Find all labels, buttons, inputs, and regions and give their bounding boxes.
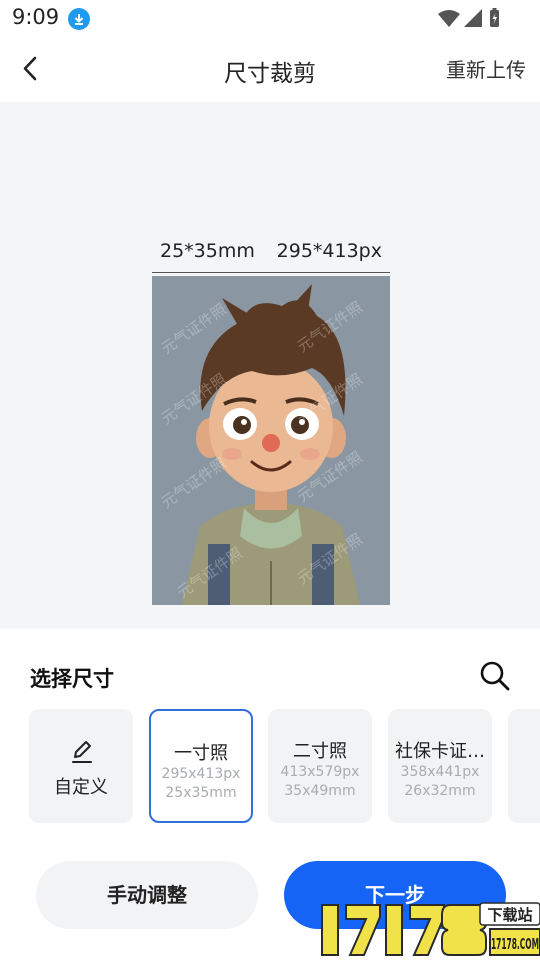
pencil-icon bbox=[72, 741, 92, 763]
size-card-label: 自定义 bbox=[54, 777, 108, 798]
size-card-name: 二寸照 bbox=[293, 741, 347, 762]
size-px-label: 295*413px bbox=[276, 240, 382, 262]
size-options-row[interactable]: 自定义 一寸照 295x413px 25x35mm 二寸照 413x579px … bbox=[29, 709, 540, 825]
site-watermark-logo: 下载站 17178.COM bbox=[321, 902, 540, 956]
size-card-option[interactable]: 社保卡证… 358x441px 26x32mm bbox=[388, 709, 492, 823]
section-title: 选择尺寸 bbox=[30, 667, 114, 691]
status-time: 9:09 bbox=[12, 5, 60, 29]
size-card-custom[interactable]: 自定义 bbox=[29, 709, 133, 823]
header: 尺寸裁剪 重新上传 bbox=[0, 36, 540, 102]
size-card-partial[interactable] bbox=[508, 709, 540, 823]
size-card-name: 社保卡证… bbox=[395, 741, 485, 762]
chevron-left-icon bbox=[23, 56, 37, 81]
search-button[interactable] bbox=[478, 659, 512, 693]
download-icon bbox=[68, 8, 90, 30]
size-card-option[interactable]: 一寸照 295x413px 25x35mm bbox=[149, 709, 253, 823]
size-card-option[interactable]: 二寸照 413x579px 35x49mm bbox=[268, 709, 372, 823]
reupload-button[interactable]: 重新上传 bbox=[446, 54, 526, 83]
size-card-mm: 35x49mm bbox=[284, 783, 356, 799]
size-card-mm: 25x35mm bbox=[165, 785, 237, 801]
dimension-line bbox=[152, 272, 390, 273]
photo-preview-area: 25*35mm 295*413px 元气证件照 元气证件照 元气证件照 元气证件… bbox=[0, 102, 540, 629]
size-mm-label: 25*35mm bbox=[160, 240, 255, 262]
size-card-px: 358x441px bbox=[400, 764, 480, 780]
size-card-mm: 26x32mm bbox=[404, 783, 476, 799]
logo-badge-text: 下载站 bbox=[487, 906, 532, 924]
manual-adjust-button[interactable]: 手动调整 bbox=[36, 861, 258, 929]
search-icon bbox=[480, 661, 510, 691]
signal-icons bbox=[438, 8, 499, 27]
id-photo[interactable]: 元气证件照 元气证件照 元气证件照 元气证件照 元气证件照 元气证件照 元气证件… bbox=[152, 276, 390, 605]
logo-text: 17178.COM bbox=[491, 935, 539, 953]
size-card-name: 一寸照 bbox=[174, 743, 228, 764]
size-card-px: 413x579px bbox=[280, 764, 360, 780]
back-button[interactable] bbox=[16, 54, 46, 84]
size-card-px: 295x413px bbox=[161, 766, 241, 782]
status-bar: 9:09 bbox=[0, 0, 540, 36]
